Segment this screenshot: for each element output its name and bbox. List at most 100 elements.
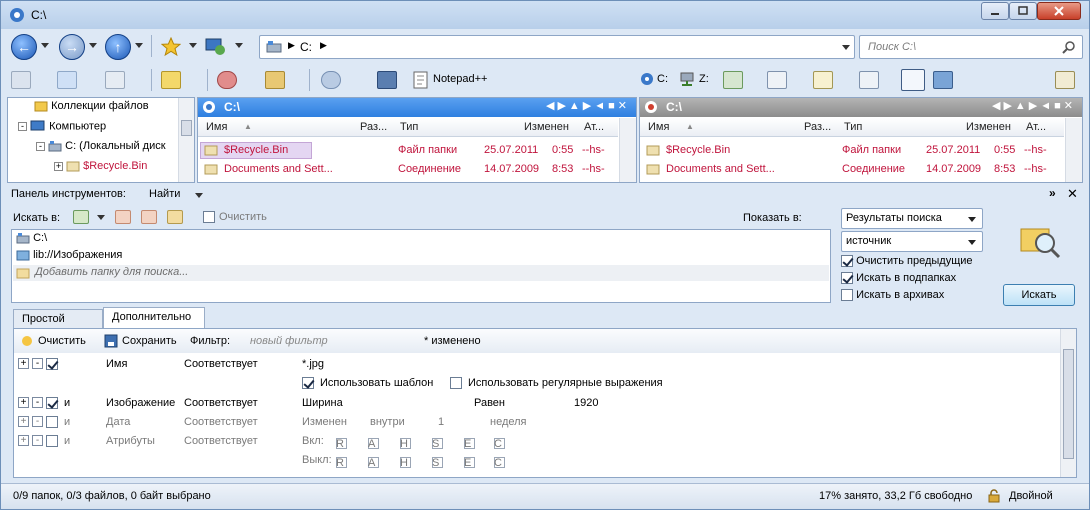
tree-item-c-drive[interactable]: - C: (Локальный диск xyxy=(36,140,166,158)
folder-options-icon[interactable] xyxy=(1055,71,1075,89)
tree-item-computer[interactable]: - Компьютер xyxy=(18,120,106,138)
folder-lock-icon[interactable] xyxy=(167,210,183,224)
add-location-icon[interactable] xyxy=(73,210,89,224)
favorites-dropdown[interactable] xyxy=(189,43,197,48)
computer-globe-icon[interactable] xyxy=(205,37,227,57)
collapse-icon[interactable]: - xyxy=(36,142,45,151)
breadcrumb-chevron-icon[interactable]: ▶ xyxy=(320,40,327,51)
criteria-condition[interactable]: Соответствует xyxy=(184,358,258,370)
tree-item-recycle-bin[interactable]: + $Recycle.Bin xyxy=(54,160,147,178)
add-criteria-icon[interactable]: + xyxy=(18,435,29,446)
maximize-button[interactable] xyxy=(1009,2,1037,20)
preview-pane-icon[interactable] xyxy=(933,71,953,89)
add-criteria-icon[interactable]: + xyxy=(18,397,29,408)
drive-z-button[interactable]: Z: xyxy=(699,73,709,85)
panel-find-dropdown[interactable]: Найти xyxy=(149,188,180,200)
collapse-panel-icon[interactable]: » xyxy=(1049,186,1056,200)
remove-location-icon[interactable] xyxy=(115,210,131,224)
tab-simple-search[interactable]: Простой поиск xyxy=(13,309,103,337)
criteria-enable-checkbox[interactable] xyxy=(46,358,58,370)
info-icon[interactable] xyxy=(321,71,341,89)
col-type[interactable]: Тип xyxy=(400,121,418,133)
collapse-icon[interactable]: - xyxy=(18,122,27,132)
table-row[interactable]: Documents and Sett... Соединение 14.07.2… xyxy=(198,160,618,179)
drive-c-button[interactable]: C: xyxy=(657,73,668,85)
criteria-param[interactable]: Равен xyxy=(474,397,505,409)
pane-nav-icons[interactable]: ◀▶▲▶◄■✕ xyxy=(546,99,630,112)
adv-clear-button[interactable]: Очистить xyxy=(38,335,86,347)
close-button[interactable] xyxy=(1037,2,1081,20)
clear-checkbox[interactable] xyxy=(203,211,215,223)
scroll-thumb[interactable] xyxy=(1063,349,1074,459)
address-bar[interactable]: ▶ C: ▶ xyxy=(259,35,855,59)
up-dropdown[interactable] xyxy=(135,43,143,48)
search-button[interactable]: Искать xyxy=(1003,284,1075,306)
search-icon[interactable] xyxy=(1062,40,1076,54)
remove-criteria-icon[interactable]: - xyxy=(32,397,43,408)
lock-icon[interactable] xyxy=(987,489,1001,503)
scroll-thumb[interactable] xyxy=(181,120,192,136)
criteria-param[interactable]: неделя xyxy=(490,416,527,428)
col-modified[interactable]: Изменен xyxy=(524,121,569,133)
table-row[interactable]: Documents and Sett... Соединение 14.07.2… xyxy=(640,160,1064,179)
remove-criteria-icon[interactable]: - xyxy=(32,435,43,446)
search-input[interactable]: Поиск C:\ xyxy=(859,35,1083,59)
rename-edit-icon[interactable] xyxy=(813,71,833,89)
opt-subfolders[interactable]: Искать в подпапках xyxy=(841,272,956,285)
table-row[interactable]: $Recycle.Bin Файл папки 25.07.2011 0:55 … xyxy=(640,141,1064,160)
excel-export-icon[interactable] xyxy=(105,71,125,89)
terminal-icon[interactable] xyxy=(377,71,397,89)
right-pane-scrollbar[interactable] xyxy=(1065,118,1082,182)
archives-checkbox[interactable] xyxy=(841,289,853,302)
criteria-condition[interactable]: Соответствует xyxy=(184,435,258,447)
view-mode-icon[interactable] xyxy=(767,71,787,89)
source-select[interactable]: источник xyxy=(841,231,983,252)
criteria-param[interactable]: Ширина xyxy=(302,397,343,409)
col-attributes[interactable]: Ат... xyxy=(584,121,604,133)
forward-dropdown[interactable] xyxy=(89,43,97,48)
add-criteria-icon[interactable]: + xyxy=(18,416,29,427)
favorites-star-icon[interactable] xyxy=(161,37,181,57)
add-folder-row[interactable]: Добавить папку для поиска... xyxy=(13,265,829,281)
col-modified[interactable]: Изменен xyxy=(966,121,1011,133)
back-button[interactable]: ← xyxy=(11,34,37,60)
location-item[interactable]: C:\ xyxy=(16,232,47,244)
criteria-field[interactable]: Изображение xyxy=(106,397,175,409)
col-size[interactable]: Раз... xyxy=(360,121,387,133)
criteria-enable-checkbox[interactable] xyxy=(46,416,58,428)
advanced-scrollbar[interactable] xyxy=(1060,329,1076,477)
left-pane-scrollbar[interactable] xyxy=(619,118,636,182)
col-name[interactable]: Имя xyxy=(206,121,227,133)
add-location-dropdown[interactable] xyxy=(97,215,105,220)
delete-icon[interactable] xyxy=(217,71,237,89)
close-panel-icon[interactable]: ✕ xyxy=(1067,186,1078,202)
remove-criteria-icon[interactable]: - xyxy=(32,416,43,427)
filter-name-input[interactable]: новый фильтр xyxy=(250,335,328,347)
add-criteria-icon[interactable]: + xyxy=(18,358,29,369)
table-row[interactable]: $Recycle.Bin Файл папки 25.07.2011 0:55 … xyxy=(198,141,618,160)
add-tab-icon[interactable] xyxy=(723,71,743,89)
use-regex-checkbox[interactable] xyxy=(450,377,462,389)
minimize-button[interactable] xyxy=(981,2,1009,20)
properties-folder-icon[interactable] xyxy=(265,71,285,89)
col-type[interactable]: Тип xyxy=(844,121,862,133)
status-mode[interactable]: Двойной xyxy=(1009,490,1053,502)
adv-save-button[interactable]: Сохранить xyxy=(122,335,177,347)
opt-clear-previous[interactable]: Очистить предыдущие xyxy=(841,255,973,268)
remove-criteria-icon[interactable]: - xyxy=(32,358,43,369)
tree-scrollbar[interactable] xyxy=(178,98,194,182)
move-icon[interactable] xyxy=(57,71,77,89)
pane-nav-icons[interactable]: ◀▶▲▶◄■✕ xyxy=(992,99,1076,112)
expand-icon[interactable]: + xyxy=(54,162,63,171)
criteria-enable-checkbox[interactable] xyxy=(46,397,58,409)
use-pattern-checkbox[interactable] xyxy=(302,377,314,389)
col-name[interactable]: Имя xyxy=(648,121,669,133)
panel-dropdown-arrow[interactable] xyxy=(195,193,203,198)
criteria-field[interactable]: Имя xyxy=(106,358,127,370)
layout-icon[interactable] xyxy=(859,71,879,89)
criteria-value-input[interactable]: 1 xyxy=(438,416,444,428)
location-item[interactable]: lib://Изображения xyxy=(16,249,122,261)
computer-dropdown[interactable] xyxy=(235,43,243,48)
tree-item-collections[interactable]: Коллекции файлов xyxy=(34,100,149,118)
notepad-button[interactable]: Notepad++ xyxy=(433,73,487,85)
